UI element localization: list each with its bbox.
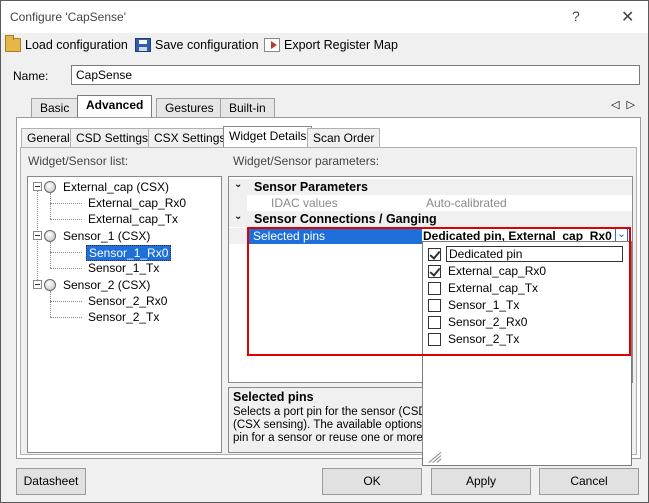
tab-gestures[interactable]: Gestures [156, 98, 223, 117]
description-line: (CSX sensing). The available options ar [233, 419, 423, 431]
name-label: Name: [13, 69, 49, 83]
tab-csx-settings[interactable]: CSX Settings [148, 128, 232, 147]
save-icon [135, 38, 151, 52]
checkbox-checked-icon[interactable] [428, 264, 441, 278]
option-sensor-1-tx[interactable]: Sensor_1_Tx [428, 297, 521, 313]
description-panel: Selected pins Selects a port pin for the… [228, 387, 423, 453]
window-title: Configure 'CapSense' [10, 10, 126, 24]
datasheet-button[interactable]: Datasheet [16, 468, 86, 495]
category-sensor-parameters[interactable]: ⌄ Sensor Parameters [229, 179, 632, 195]
checkbox-icon[interactable] [428, 281, 441, 295]
save-configuration-button[interactable]: Save configuration [135, 38, 259, 52]
row-idac-values[interactable]: IDAC values Auto-calibrated [229, 195, 632, 211]
apply-button[interactable]: Apply [431, 468, 531, 495]
option-external-cap-rx0[interactable]: External_cap_Rx0 [428, 263, 548, 279]
tree-widget-sensor-2[interactable]: Sensor_2 (CSX) [63, 278, 150, 292]
idac-values-value: Auto-calibrated [423, 195, 632, 211]
option-dedicated-pin[interactable]: Dedicated pin [428, 246, 624, 262]
option-label: Dedicated pin [446, 246, 624, 262]
description-body: Selects a port pin for the sensor (CSD s… [233, 406, 423, 445]
tab-general[interactable]: General [21, 128, 76, 147]
tree-sensor-sensor-1-rx0[interactable]: Sensor_1_Rx0 [86, 245, 172, 261]
idac-values-label: IDAC values [229, 195, 422, 211]
option-sensor-2-rx0[interactable]: Sensor_2_Rx0 [428, 314, 529, 330]
tab-built-in[interactable]: Built-in [220, 98, 275, 117]
name-input[interactable]: CapSense [71, 65, 640, 85]
tree-sensor-sensor-1-tx[interactable]: Sensor_1_Tx [88, 261, 159, 275]
pins-dropdown[interactable]: Dedicated pin External_cap_Rx0 External_… [422, 241, 632, 466]
collapse-icon[interactable] [33, 182, 42, 191]
tree-widget-sensor-1[interactable]: Sensor_1 (CSX) [63, 229, 150, 243]
option-label: External_cap_Tx [448, 281, 539, 295]
option-label: Sensor_2_Tx [448, 332, 520, 346]
tree-sensor-sensor-2-tx[interactable]: Sensor_2_Tx [88, 310, 159, 324]
export-register-map-button[interactable]: Export Register Map [264, 38, 398, 52]
collapse-icon[interactable] [33, 280, 42, 289]
save-configuration-label: Save configuration [155, 38, 259, 52]
widget-node-icon [44, 279, 56, 291]
load-configuration-label: Load configuration [25, 38, 128, 52]
collapse-icon[interactable] [33, 231, 42, 240]
configure-dialog: Configure 'CapSense' ? ✕ Load configurat… [0, 0, 649, 503]
close-icon[interactable]: ✕ [621, 7, 634, 27]
name-row: Name: CapSense [1, 65, 648, 85]
chevron-down-icon[interactable]: ⌄ [234, 211, 242, 222]
tree-sensor-external-cap-rx0[interactable]: External_cap_Rx0 [88, 196, 186, 210]
tab-scroll-arrows[interactable]: ◁ ▷ [611, 98, 637, 111]
selected-pins-label: Selected pins [229, 228, 422, 244]
option-label: Sensor_1_Tx [448, 298, 520, 312]
load-configuration-button[interactable]: Load configuration [5, 35, 128, 52]
tab-widget-details[interactable]: Widget Details [223, 126, 313, 147]
widget-node-icon [44, 230, 56, 242]
option-label: External_cap_Rx0 [448, 264, 547, 278]
ok-button[interactable]: OK [322, 468, 422, 495]
export-icon [264, 38, 280, 52]
folder-open-icon [5, 35, 21, 52]
description-line: pin for a sensor or reuse one or more pi [233, 432, 423, 444]
tab-advanced[interactable]: Advanced [77, 95, 153, 118]
option-external-cap-tx[interactable]: External_cap_Tx [428, 280, 540, 296]
tab-scan-order[interactable]: Scan Order [307, 128, 381, 147]
widget-list-header: Widget/Sensor list: [28, 154, 129, 168]
category-sensor-connections[interactable]: ⌄ Sensor Connections / Ganging [229, 211, 632, 227]
cancel-button[interactable]: Cancel [539, 468, 639, 495]
help-icon[interactable]: ? [572, 8, 580, 24]
description-title: Selected pins [233, 390, 314, 404]
params-header: Widget/Sensor parameters: [233, 154, 380, 168]
title-bar: Configure 'CapSense' ? ✕ [1, 1, 648, 33]
tab-csd-settings[interactable]: CSD Settings [70, 128, 155, 147]
checkbox-icon[interactable] [428, 298, 441, 312]
widget-tree[interactable]: External_cap (CSX) External_cap_Rx0 Exte… [27, 176, 222, 453]
option-label: Sensor_2_Rx0 [448, 315, 528, 329]
checkbox-icon[interactable] [428, 315, 441, 329]
tree-sensor-sensor-2-rx0[interactable]: Sensor_2_Rx0 [88, 294, 167, 308]
tab-basic[interactable]: Basic [31, 98, 79, 117]
option-sensor-2-tx[interactable]: Sensor_2_Tx [428, 331, 521, 347]
widget-node-icon [44, 181, 56, 193]
tree-sensor-external-cap-tx[interactable]: External_cap_Tx [88, 212, 178, 226]
category-label: Sensor Connections / Ganging [254, 212, 437, 226]
checkbox-icon[interactable] [428, 332, 441, 346]
chevron-down-icon[interactable]: ⌄ [234, 179, 242, 190]
category-label: Sensor Parameters [254, 180, 368, 194]
toolbar: Load configuration Save configuration Ex… [1, 35, 648, 57]
resize-grip-icon[interactable] [427, 451, 442, 463]
export-register-map-label: Export Register Map [284, 38, 398, 52]
tree-widget-external-cap[interactable]: External_cap (CSX) [63, 180, 169, 194]
description-line: Selects a port pin for the sensor (CSD s [233, 406, 423, 418]
checkbox-checked-icon[interactable] [428, 247, 441, 261]
